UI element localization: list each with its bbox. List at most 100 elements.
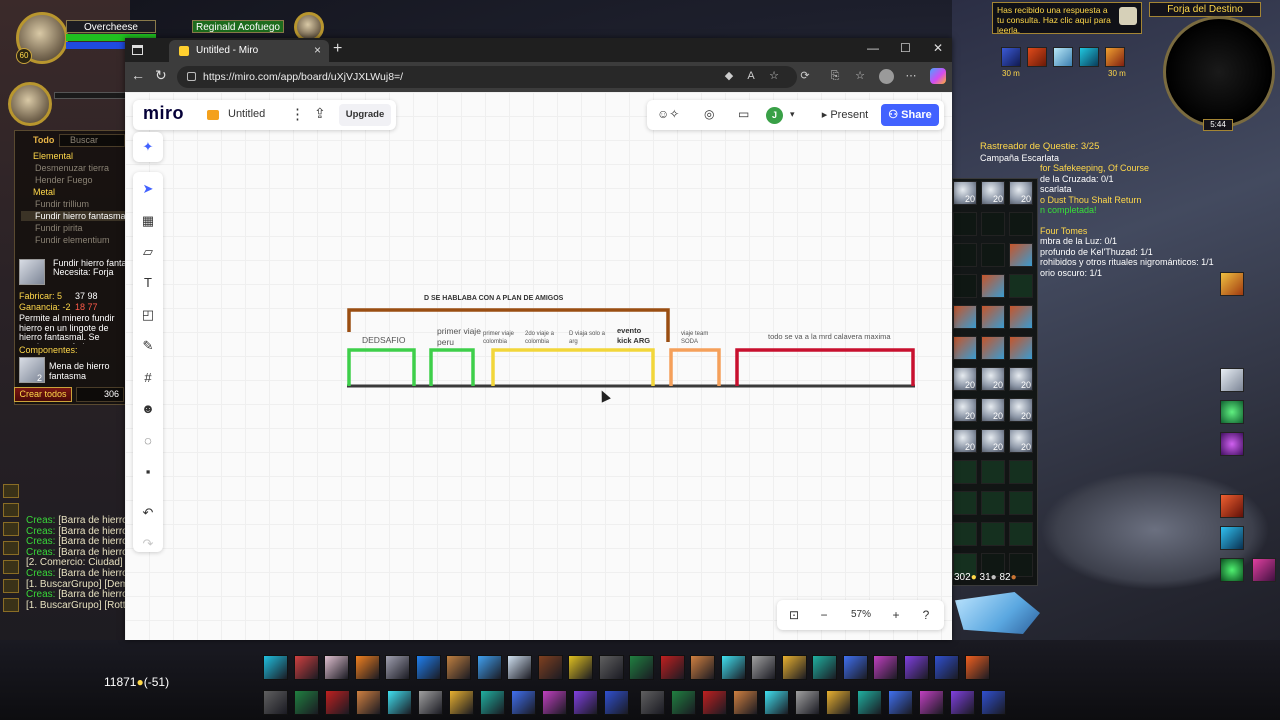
bag-slot[interactable] bbox=[953, 460, 977, 484]
action-slot[interactable] bbox=[449, 690, 474, 715]
action-slot[interactable] bbox=[671, 690, 696, 715]
action-slot[interactable] bbox=[842, 655, 868, 680]
buff-icon[interactable] bbox=[1053, 47, 1073, 67]
action-slot[interactable] bbox=[934, 655, 959, 680]
tab-miro[interactable]: Untitled - Miro × bbox=[169, 40, 329, 62]
segment-label[interactable]: 2do viaje a colombia bbox=[525, 330, 563, 346]
craft-count-input[interactable]: 306 bbox=[76, 387, 124, 402]
ability-icon[interactable] bbox=[1220, 400, 1244, 424]
action-slot[interactable] bbox=[733, 690, 758, 715]
ability-icon[interactable] bbox=[1220, 432, 1244, 456]
read-aloud-icon[interactable]: A bbox=[745, 70, 757, 82]
craft-all-button[interactable]: Crear todos bbox=[14, 387, 72, 402]
action-slot[interactable] bbox=[293, 655, 319, 680]
chat-bubble-icon[interactable] bbox=[3, 579, 19, 593]
board-menu-icon[interactable]: ⋮ bbox=[290, 105, 305, 123]
action-slot[interactable] bbox=[640, 690, 665, 715]
action-slot[interactable] bbox=[480, 690, 505, 715]
chat-bubble-icon[interactable] bbox=[3, 560, 19, 574]
ticket-notification[interactable]: Has recibido una respuesta a tu consulta… bbox=[992, 2, 1142, 35]
close-tab-icon[interactable]: × bbox=[314, 43, 321, 57]
action-slot[interactable] bbox=[573, 690, 598, 715]
action-slot[interactable] bbox=[826, 690, 851, 715]
bag-slot[interactable] bbox=[981, 274, 1005, 298]
reload-icon[interactable]: ↻ bbox=[155, 67, 167, 84]
action-slot[interactable] bbox=[659, 655, 685, 680]
ai-sparkle-icon[interactable]: ✦ bbox=[133, 132, 163, 162]
redo-icon[interactable]: ↷ bbox=[133, 531, 163, 557]
profile-icon[interactable] bbox=[879, 69, 894, 84]
action-slot[interactable] bbox=[751, 655, 776, 680]
favorite-star-icon[interactable]: ☆ bbox=[768, 70, 780, 82]
new-tab-icon[interactable]: + bbox=[333, 40, 342, 58]
comment-icon[interactable]: ◌ bbox=[133, 428, 163, 454]
miro-logo[interactable]: miro bbox=[143, 103, 184, 124]
action-slot[interactable] bbox=[476, 655, 502, 680]
zoom-out-icon[interactable]: − bbox=[811, 600, 837, 630]
bag-slot[interactable] bbox=[981, 522, 1005, 546]
bag-slot[interactable] bbox=[981, 491, 1005, 515]
action-slot[interactable] bbox=[598, 655, 624, 680]
back-icon[interactable]: ← bbox=[131, 67, 145, 83]
segment-label[interactable]: DEDSAFIO bbox=[362, 335, 422, 346]
pet-portrait[interactable] bbox=[8, 82, 52, 126]
action-slot[interactable] bbox=[325, 690, 350, 715]
ability-icon[interactable] bbox=[1220, 526, 1244, 550]
action-slot[interactable] bbox=[964, 655, 990, 680]
prof-category-metal[interactable]: Metal bbox=[33, 187, 55, 197]
clock[interactable]: 5:44 bbox=[1203, 119, 1233, 131]
action-slot[interactable] bbox=[702, 690, 727, 715]
comments-icon[interactable]: ◎ bbox=[704, 107, 714, 121]
video-call-icon[interactable]: ▭ bbox=[738, 107, 749, 121]
action-slot[interactable] bbox=[385, 655, 410, 680]
fit-to-screen-icon[interactable]: ⊡ bbox=[781, 600, 807, 630]
bag-slot[interactable] bbox=[1009, 212, 1033, 236]
prof-recipe[interactable]: Desmenuzar tierra bbox=[21, 163, 109, 173]
segment-label[interactable]: D viaja solo a arg bbox=[569, 330, 609, 346]
buff-icon[interactable] bbox=[1079, 47, 1099, 67]
bag-slot[interactable] bbox=[1009, 274, 1033, 298]
bag-slot[interactable] bbox=[953, 522, 977, 546]
tag-icon[interactable]: ◆ bbox=[723, 70, 735, 82]
split-screen-icon[interactable]: ⎘ bbox=[829, 70, 841, 82]
action-slot[interactable] bbox=[542, 690, 567, 715]
chat-bubble-icon[interactable] bbox=[3, 598, 19, 612]
ability-icon[interactable] bbox=[1220, 368, 1244, 392]
action-slot[interactable] bbox=[537, 655, 563, 680]
bag-slot[interactable]: 20 bbox=[953, 429, 977, 453]
bag-slot[interactable]: 20 bbox=[953, 398, 977, 422]
action-slot[interactable] bbox=[507, 655, 532, 680]
bag-slot[interactable]: 20 bbox=[981, 429, 1005, 453]
frame-icon[interactable]: # bbox=[133, 365, 163, 391]
bag-slot[interactable] bbox=[1009, 491, 1033, 515]
undo-icon[interactable]: ↶ bbox=[133, 500, 163, 526]
buff-icon[interactable] bbox=[1105, 47, 1125, 67]
zoom-level[interactable]: 57% bbox=[841, 600, 881, 630]
action-slot[interactable] bbox=[981, 690, 1006, 715]
action-slot[interactable] bbox=[919, 690, 944, 715]
timeline-segment[interactable] bbox=[735, 348, 915, 386]
prof-search-input[interactable]: Buscar bbox=[59, 134, 125, 147]
action-slot[interactable] bbox=[387, 690, 412, 715]
action-slot[interactable] bbox=[950, 690, 975, 715]
bag-slot[interactable] bbox=[953, 491, 977, 515]
share-button[interactable]: ⚇ Share bbox=[881, 104, 939, 126]
close-window-icon[interactable]: ✕ bbox=[933, 41, 943, 55]
action-slot[interactable] bbox=[857, 690, 882, 715]
help-icon[interactable]: ? bbox=[913, 600, 939, 630]
ability-icon[interactable] bbox=[1252, 558, 1276, 582]
action-slot[interactable] bbox=[873, 655, 898, 680]
bag-slot[interactable] bbox=[981, 460, 1005, 484]
action-slot[interactable] bbox=[795, 690, 820, 715]
bag-slot[interactable]: 20 bbox=[981, 398, 1005, 422]
text-tool-icon[interactable]: T bbox=[133, 270, 163, 296]
sticky-note-icon[interactable]: ▱ bbox=[133, 239, 163, 265]
bag-slot[interactable] bbox=[1009, 460, 1033, 484]
chat-bubble-icon[interactable] bbox=[3, 541, 19, 555]
timeline-segment[interactable] bbox=[669, 348, 721, 386]
action-slot[interactable] bbox=[324, 655, 349, 680]
sticker-icon[interactable]: ☻ bbox=[133, 396, 163, 422]
bag-slot[interactable]: 20 bbox=[1009, 367, 1033, 391]
ability-icon[interactable] bbox=[1220, 272, 1244, 296]
upgrade-button[interactable]: Upgrade bbox=[339, 104, 391, 126]
